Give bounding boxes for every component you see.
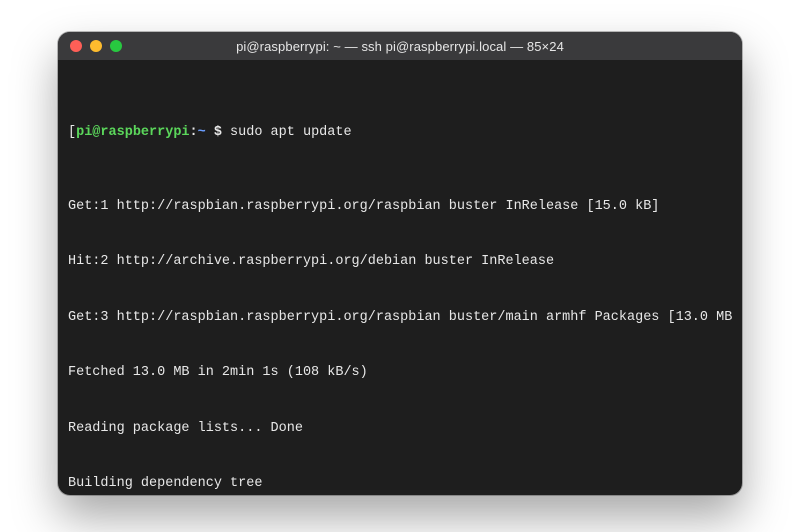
prompt-sigil: $ (214, 125, 222, 140)
terminal-body[interactable]: [pi@raspberrypi:~ $ sudo apt update Get:… (58, 60, 742, 495)
zoom-icon[interactable] (110, 40, 122, 52)
window-title: pi@raspberrypi: ~ — ssh pi@raspberrypi.l… (58, 39, 742, 54)
prompt-cwd: ~ (198, 125, 214, 140)
output-line: Get:1 http://raspbian.raspberrypi.org/ra… (68, 198, 732, 217)
terminal-window: pi@raspberrypi: ~ — ssh pi@raspberrypi.l… (58, 32, 742, 495)
prompt-userhost: pi@raspberrypi (76, 125, 189, 140)
output-line: Reading package lists... Done (68, 420, 732, 439)
prompt-sep: : (190, 125, 198, 140)
minimize-icon[interactable] (90, 40, 102, 52)
prompt-line-1: [pi@raspberrypi:~ $ sudo apt update (68, 124, 732, 143)
output-line: Building dependency tree (68, 475, 732, 494)
command-1: sudo apt update (222, 125, 352, 140)
titlebar[interactable]: pi@raspberrypi: ~ — ssh pi@raspberrypi.l… (58, 32, 742, 60)
window-controls (70, 40, 122, 52)
close-icon[interactable] (70, 40, 82, 52)
output-line: Hit:2 http://archive.raspberrypi.org/deb… (68, 253, 732, 272)
output-line: Fetched 13.0 MB in 2min 1s (108 kB/s) (68, 364, 732, 383)
bracket-open: [ (68, 125, 76, 140)
output-line: Get:3 http://raspbian.raspberrypi.org/ra… (68, 309, 732, 328)
